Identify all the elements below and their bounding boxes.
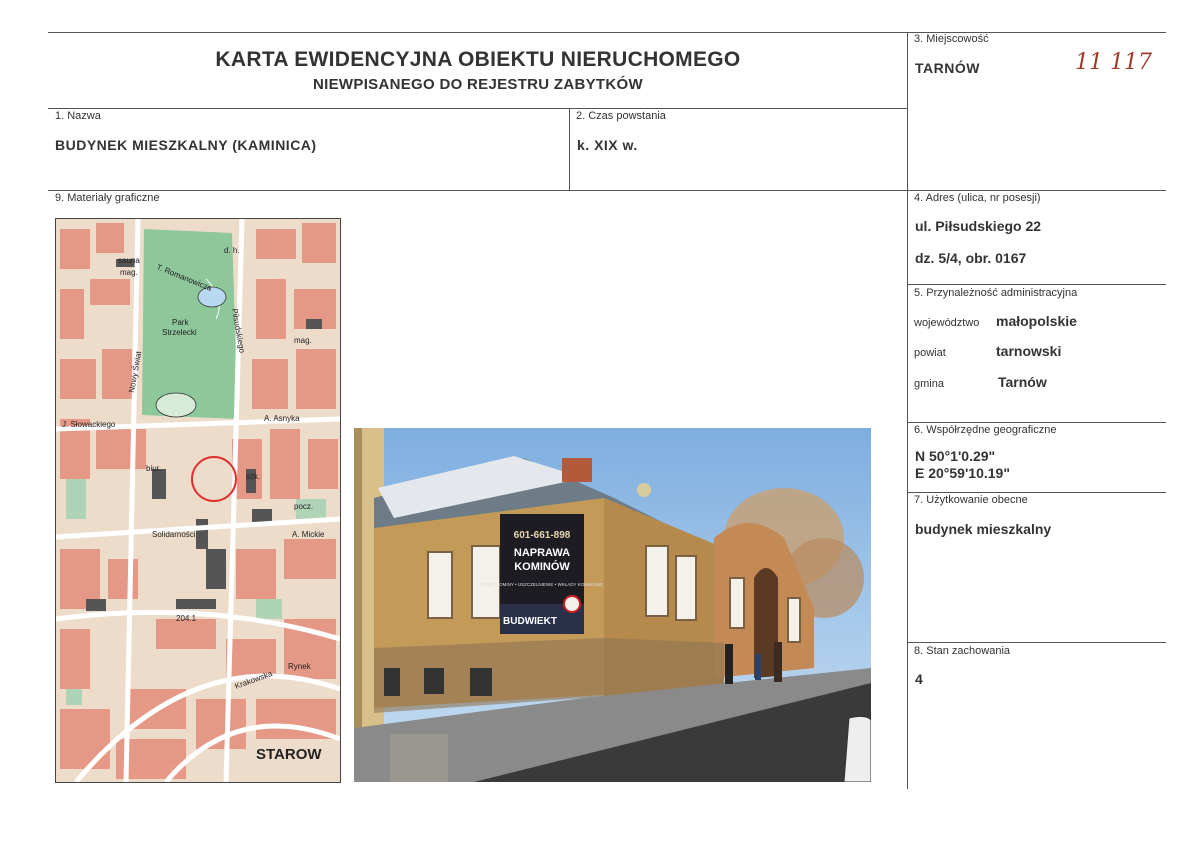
- rule-top: [48, 32, 1166, 33]
- rule-coords-bottom: [907, 492, 1166, 493]
- card-title: KARTA EWIDENCYJNA OBIEKTU NIERUCHOMEGO: [215, 48, 741, 71]
- coords-north: N 50°1'0.29": [915, 448, 996, 464]
- map-label-biur: biur.: [146, 464, 161, 473]
- stan-value: 4: [915, 671, 923, 687]
- map-label-szk: szk.: [246, 472, 260, 481]
- powiat-label: powiat: [914, 347, 946, 359]
- rule-right-column: [907, 32, 908, 789]
- nazwa-value: BUDYNEK MIESZKALNY (KAMINICA): [55, 137, 317, 153]
- rule-use-bottom: [907, 642, 1166, 643]
- card-subtitle: NIEWPISANEGO DO REJESTRU ZABYTKÓW: [313, 76, 643, 93]
- gmina-label: gmina: [914, 378, 944, 390]
- uzytkowanie-label: 7. Użytkowanie obecne: [914, 494, 1028, 506]
- map-label-rynek: Rynek: [288, 662, 312, 671]
- rule-name-czas: [569, 108, 570, 190]
- map-drawing: sauna mag. T. Romanowicza Park Strzeleck…: [56, 219, 340, 782]
- miejscowosc-value: TARNÓW: [915, 60, 980, 76]
- sign-brand: BUDWIEKT: [503, 616, 557, 627]
- location-map: sauna mag. T. Romanowicza Park Strzeleck…: [55, 218, 341, 783]
- sign-title1: NAPRAWA: [514, 547, 570, 559]
- adres-label: 4. Adres (ulica, nr posesji): [914, 192, 1041, 204]
- wojewodztwo-value: małopolskie: [996, 313, 1077, 329]
- rule-title-bottom: [48, 108, 908, 109]
- sign-small: NOWE KOMINY • USZCZELNIENIE • WKŁADY KOM…: [481, 582, 603, 587]
- gmina-value: Tarnów: [998, 374, 1047, 390]
- uzytkowanie-value: budynek mieszkalny: [915, 521, 1052, 537]
- coords-label: 6. Współrzędne geograficzne: [914, 424, 1057, 436]
- coords-east: E 20°59'10.19": [915, 465, 1010, 481]
- rule-admin-bottom: [907, 422, 1166, 423]
- map-label-mickiewicza: A. Mickie: [292, 530, 325, 539]
- sign-phone: 601-661-898: [514, 530, 571, 541]
- czas-label: 2. Czas powstania: [576, 110, 666, 122]
- map-label-pocz: pocz.: [294, 502, 313, 511]
- rule-name-bottom: [48, 190, 1166, 191]
- map-label-mag: mag.: [120, 268, 138, 277]
- photo-drawing: 601-661-898 NAPRAWA KOMINÓW NOWE KOMINY …: [354, 428, 871, 782]
- map-label-dh: d. h.: [224, 246, 240, 255]
- map-label-park: Park: [172, 318, 189, 327]
- map-label-sauna: sauna: [118, 256, 140, 265]
- powiat-value: tarnowski: [996, 343, 1062, 359]
- sign-title2: KOMINÓW: [514, 560, 570, 573]
- wojewodztwo-label: województwo: [914, 317, 980, 329]
- building-photo: 601-661-898 NAPRAWA KOMINÓW NOWE KOMINY …: [354, 428, 871, 782]
- admin-label: 5. Przynależność administracyjna: [914, 287, 1078, 299]
- map-label-starowka: STAROW: [256, 746, 322, 763]
- map-label-mag2: mag.: [294, 336, 312, 345]
- rule-adres-bottom: [907, 284, 1166, 285]
- handwritten-signum: 11 117: [1075, 50, 1152, 75]
- map-label-solidarnosci: Solidarności: [152, 530, 196, 539]
- adres-street: ul. Piłsudskiego 22: [915, 218, 1042, 234]
- map-label-asnyka: A. Asnyka: [264, 414, 300, 423]
- map-label-strzelecki: Strzelecki: [162, 328, 197, 337]
- map-label-num: 204.1: [176, 614, 197, 623]
- nazwa-label: 1. Nazwa: [55, 110, 101, 122]
- adres-parcel: dz. 5/4, obr. 0167: [915, 250, 1027, 266]
- map-label-slowackiego: J. Słowackiego: [62, 420, 116, 429]
- stan-label: 8. Stan zachowania: [914, 645, 1011, 657]
- czas-value: k. XIX w.: [577, 137, 638, 153]
- materialy-label: 9. Materiały graficzne: [55, 192, 160, 204]
- miejscowosc-label: 3. Miejscowość: [914, 33, 989, 45]
